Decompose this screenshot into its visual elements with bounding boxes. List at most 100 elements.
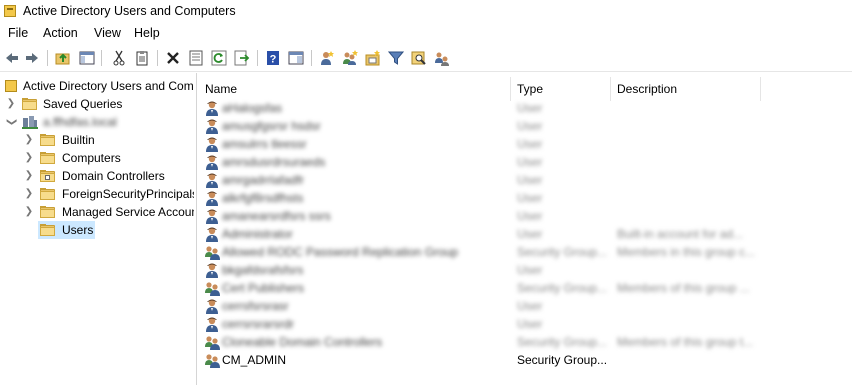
user-icon [204, 154, 220, 170]
user-icon [204, 316, 220, 332]
cell-name: amusgfgsrsr hsdsr [222, 119, 321, 133]
cell-type: User [517, 101, 543, 115]
pane-splitter[interactable] [196, 73, 197, 385]
tree-item-managed-service-accounts[interactable]: ❯ Managed Service Accounts [0, 203, 194, 221]
menu-view[interactable]: View [92, 26, 123, 40]
ou-folder-icon [40, 170, 55, 182]
properties-icon[interactable] [187, 49, 205, 67]
tree-item-saved-queries[interactable]: ❯ Saved Queries [0, 95, 194, 113]
chevron-right-icon[interactable]: ❯ [6, 95, 16, 113]
table-row[interactable]: Cloneable Domain Controllers Security Gro… [198, 333, 852, 351]
paste-icon[interactable] [133, 49, 151, 67]
delete-icon[interactable] [164, 49, 182, 67]
cell-type: User [517, 299, 543, 313]
chevron-down-icon[interactable]: ❯ [2, 117, 20, 127]
user-icon [204, 208, 220, 224]
column-divider[interactable] [510, 77, 511, 101]
action-pane-icon[interactable] [287, 49, 305, 67]
table-row[interactable]: cerrsfsrsrasr User [198, 297, 852, 315]
cell-type: Security Group... [517, 245, 608, 259]
group-icon [204, 352, 220, 368]
cell-name: alkrfgf8rsdfhsts [222, 191, 304, 205]
menu-action[interactable]: Action [41, 26, 80, 40]
chevron-right-icon[interactable]: ❯ [24, 185, 34, 203]
refresh-icon[interactable] [210, 49, 228, 67]
cell-name: amsulrrs tleessr [222, 137, 307, 151]
menu-help[interactable]: Help [132, 26, 162, 40]
menu-bar: File Action View Help [0, 24, 852, 44]
new-ou-icon[interactable] [364, 49, 382, 67]
cell-type: User [517, 263, 543, 277]
add-to-group-icon[interactable] [433, 49, 451, 67]
table-row[interactable]: Allowed RODC Password Replication Group S… [198, 243, 852, 261]
table-row[interactable]: Cert Publishers Security Group... Members … [198, 279, 852, 297]
user-icon [204, 190, 220, 206]
column-header-type[interactable]: Type [517, 79, 543, 99]
filter-icon[interactable] [387, 49, 405, 67]
tree-item-domain-controllers[interactable]: ❯ Domain Controllers [0, 167, 194, 185]
user-icon [204, 172, 220, 188]
find-icon[interactable] [410, 49, 428, 67]
tree-item-computers[interactable]: ❯ Computers [0, 149, 194, 167]
tree-item-users[interactable]: Users [0, 221, 194, 239]
tree-item-foreign-security-principals[interactable]: ❯ ForeignSecurityPrincipals [0, 185, 194, 203]
menu-file[interactable]: File [6, 26, 30, 40]
table-row[interactable]: amrgadrrlafadfr User [198, 171, 852, 189]
tree-root[interactable]: Active Directory Users and Com [0, 77, 194, 95]
folder-icon [22, 98, 37, 110]
tree-item-label: Saved Queries [43, 97, 123, 111]
cell-name: cerrsfsrsrasr [222, 299, 289, 313]
cell-name: amrgadrrlafadfr [222, 173, 305, 187]
new-user-icon[interactable] [318, 49, 336, 67]
tree-item-label: a.ffhdfas.local [43, 115, 117, 129]
folder-icon [40, 206, 55, 218]
table-row[interactable]: bkgafdsrafsfsrs User [198, 261, 852, 279]
folder-icon [40, 152, 55, 164]
table-row[interactable]: Administrator User Built-in account for ad… [198, 225, 852, 243]
user-icon [204, 100, 220, 116]
forward-icon[interactable] [23, 49, 41, 67]
folder-icon [40, 188, 55, 200]
cell-type: Security Group... [517, 353, 608, 367]
table-row[interactable]: amsulrrs tleessr User [198, 135, 852, 153]
chevron-right-icon[interactable]: ❯ [24, 131, 34, 149]
table-row[interactable]: amanearsrdfsrs ssrs User [198, 207, 852, 225]
cut-icon[interactable] [110, 49, 128, 67]
cell-description: Built-in account for ad... [617, 227, 744, 241]
up-folder-icon[interactable] [54, 49, 72, 67]
table-row[interactable]: amusgfgsrsr hsdsr User [198, 117, 852, 135]
cell-name: cerrsrsrarsrdr [222, 317, 294, 331]
cell-name: amanearsrdfsrs ssrs [222, 209, 331, 223]
cell-description: Members of this group t... [617, 335, 754, 349]
cell-description: Members in this group c... [617, 245, 756, 259]
column-header-description[interactable]: Description [617, 79, 677, 99]
column-divider[interactable] [760, 77, 761, 101]
chevron-right-icon[interactable]: ❯ [24, 167, 34, 185]
tree-item-builtin[interactable]: ❯ Builtin [0, 131, 194, 149]
chevron-right-icon[interactable]: ❯ [24, 203, 34, 221]
table-row[interactable]: cerrsrsrarsrdr User [198, 315, 852, 333]
help-icon[interactable]: ? [264, 49, 282, 67]
export-list-icon[interactable] [233, 49, 251, 67]
column-header-name[interactable]: Name [205, 79, 237, 99]
tree-item-label: Users [62, 223, 94, 237]
group-icon [204, 244, 220, 260]
tree-item-domain[interactable]: ❯ a.ffhdfas.local [0, 113, 194, 131]
table-row[interactable]: amrsdusrdrsuraeds User [198, 153, 852, 171]
column-divider[interactable] [610, 77, 611, 101]
user-icon [204, 136, 220, 152]
group-icon [204, 280, 220, 296]
show-hide-console-tree-icon[interactable] [78, 49, 96, 67]
chevron-right-icon[interactable]: ❯ [24, 149, 34, 167]
cell-type: User [517, 209, 543, 223]
new-group-icon[interactable] [341, 49, 359, 67]
toolbar-separator [47, 50, 48, 66]
table-row[interactable]: aHalogsfas User [198, 99, 852, 117]
table-row[interactable]: CM_ADMIN Security Group... [198, 351, 852, 369]
table-row[interactable]: alkrfgf8rsdfhsts User [198, 189, 852, 207]
back-icon[interactable] [3, 49, 21, 67]
tree-item-label: ForeignSecurityPrincipals [62, 187, 194, 201]
cell-name: Administrator [222, 227, 293, 241]
cell-type: Security Group... [517, 281, 608, 295]
user-icon [204, 298, 220, 314]
